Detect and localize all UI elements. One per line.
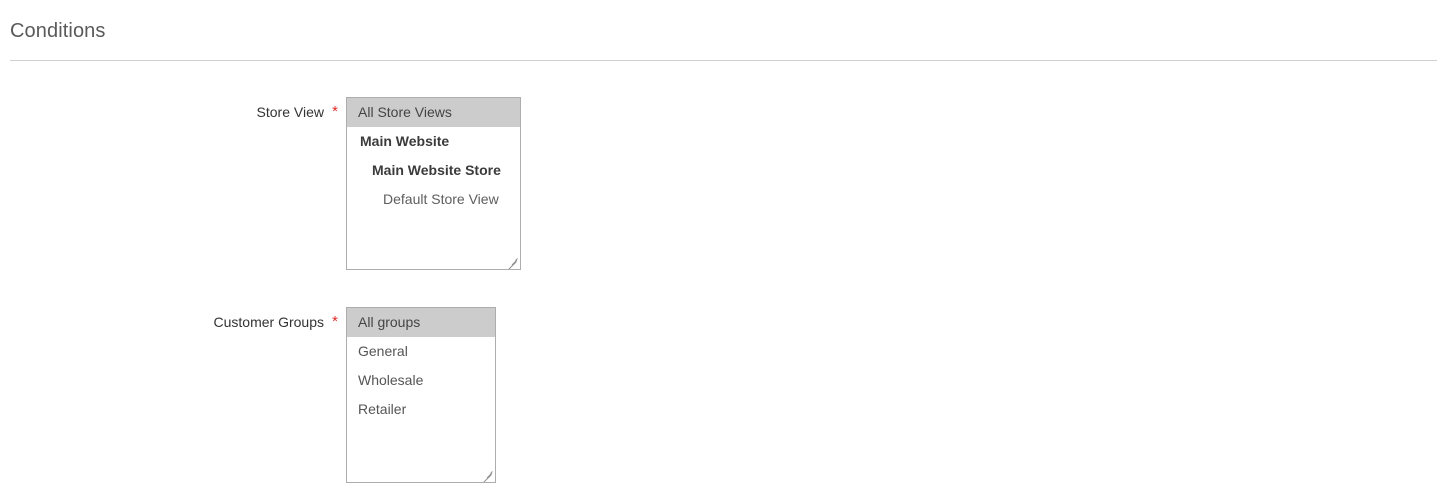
store-view-option-all-store-views[interactable]: All Store Views [347,98,520,127]
store-view-option-main-website-store[interactable]: Main Website Store [347,156,520,185]
customer-groups-required-asterisk: * [332,313,338,330]
field-store-view: Store View * All Store Views Main Website… [0,97,521,270]
customer-groups-option-general[interactable]: General [347,337,495,366]
conditions-section-page: Conditions Store View * All Store Views M… [0,0,1448,500]
store-view-required-asterisk: * [332,103,338,120]
section-header: Conditions [10,18,1437,44]
customer-groups-resize-handle[interactable] [480,467,494,482]
store-view-label: Store View [256,104,324,120]
store-view-option-default-store-view[interactable]: Default Store View [347,185,520,214]
page-title: Conditions [10,20,106,42]
section-divider [10,60,1437,61]
store-view-resize-handle[interactable] [505,254,519,269]
store-view-label-wrap: Store View * [0,97,346,122]
customer-groups-label: Customer Groups [213,314,324,330]
customer-groups-label-wrap: Customer Groups * [0,307,346,332]
store-view-option-main-website[interactable]: Main Website [347,127,520,156]
customer-groups-option-retailer[interactable]: Retailer [347,395,495,424]
field-customer-groups: Customer Groups * All groups General Whol… [0,307,496,483]
customer-groups-option-all-groups[interactable]: All groups [347,308,495,337]
customer-groups-option-wholesale[interactable]: Wholesale [347,366,495,395]
store-view-multiselect[interactable]: All Store Views Main Website Main Websit… [346,97,521,270]
customer-groups-multiselect[interactable]: All groups General Wholesale Retailer [346,307,496,483]
